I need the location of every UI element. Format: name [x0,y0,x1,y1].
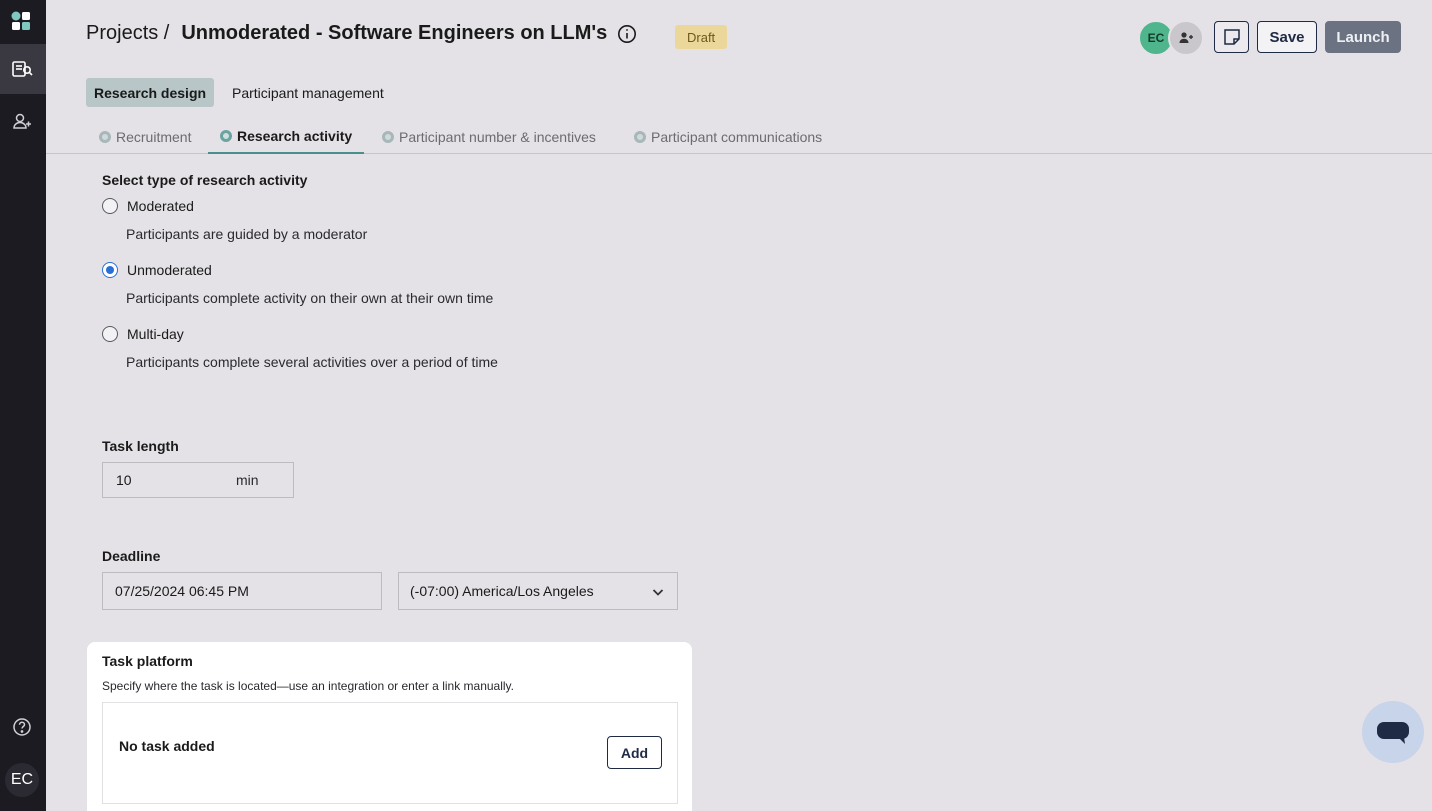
task-platform-title: Task platform [102,653,193,669]
radio-button[interactable] [102,326,118,342]
add-person-icon [1179,32,1193,43]
participants-icon[interactable] [11,110,33,132]
tab-research-design[interactable]: Research design [86,78,215,107]
subtab-label: Research activity [237,128,353,144]
save-button[interactable]: Save [1257,21,1317,53]
progress-ring-icon [220,130,232,142]
app-logo-icon[interactable] [10,10,32,32]
add-task-button[interactable]: Add [607,736,662,769]
subtab-recruitment[interactable]: Recruitment [99,120,191,154]
radio-button[interactable] [102,262,118,278]
help-icon[interactable] [11,716,33,738]
notes-button[interactable] [1214,21,1249,53]
breadcrumb-projects-link[interactable]: Projects / [86,22,169,45]
add-collaborator-button[interactable] [1168,20,1204,56]
radio-label: Multi-day [127,326,184,342]
user-avatar[interactable]: EC [5,763,39,797]
deadline-label: Deadline [102,548,161,564]
info-icon[interactable] [617,24,637,44]
deadline-datetime-input[interactable]: 07/25/2024 06:45 PM [102,572,382,610]
research-icon [11,58,33,80]
subtab-research-activity[interactable]: Research activity [208,120,365,154]
sidebar-item-research[interactable] [0,44,46,94]
subtab-participant-number[interactable]: Participant number & incentives [382,120,596,154]
radio-label: Moderated [127,198,194,214]
tab-participant-management[interactable]: Participant management [224,78,392,107]
radio-description: Participants are guided by a moderator [126,226,368,242]
timezone-select[interactable]: (-07:00) America/Los Angeles [398,572,678,610]
subtab-label: Recruitment [116,129,192,145]
progress-ring-icon [99,131,111,143]
empty-state-text: No task added [119,738,215,754]
radio-unmoderated[interactable]: Unmoderated [102,262,212,278]
task-list: No task added Add [102,702,678,804]
sticky-note-icon [1223,29,1240,45]
subtab-label: Participant communications [651,129,823,145]
task-length-unit: min [236,472,259,488]
chevron-down-icon [652,589,664,596]
chat-button[interactable] [1362,701,1424,763]
launch-button[interactable]: Launch [1325,21,1401,53]
page-title: Unmoderated - Software Engineers on LLM'… [181,22,608,44]
radio-button[interactable] [102,198,118,214]
task-platform-description: Specify where the task is located—use an… [102,679,514,693]
radio-moderated[interactable]: Moderated [102,198,194,214]
activity-type-label: Select type of research activity [102,172,308,188]
radio-label: Unmoderated [127,262,212,278]
subtab-bar: Recruitment Research activity Participan… [46,120,1432,154]
task-length-value[interactable]: 10 [116,472,236,488]
progress-ring-icon [634,131,646,143]
timezone-value: (-07:00) America/Los Angeles [410,583,594,599]
radio-description: Participants complete several activities… [126,354,498,370]
breadcrumb: Projects / Unmoderated - Software Engine… [86,22,637,45]
status-badge: Draft [675,25,728,49]
subtab-label: Participant number & incentives [399,129,596,145]
chat-bubble-icon [1377,722,1409,744]
radio-multi-day[interactable]: Multi-day [102,326,184,342]
left-sidebar: EC [0,0,46,811]
subtab-participant-communications[interactable]: Participant communications [634,120,822,154]
radio-description: Participants complete activity on their … [126,290,494,306]
task-length-label: Task length [102,438,179,454]
progress-ring-icon [382,131,394,143]
task-length-input[interactable]: 10 min [102,462,294,498]
task-platform-card: Task platform Specify where the task is … [87,642,692,811]
